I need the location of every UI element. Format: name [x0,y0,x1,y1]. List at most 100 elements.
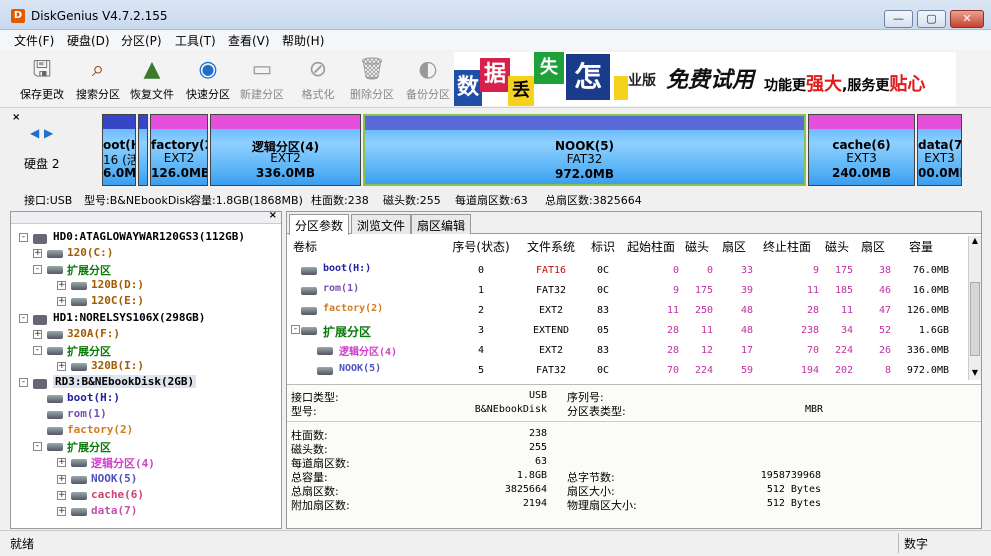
table-cell: 224 [694,365,713,376]
scrollbar[interactable]: ▲ ▼ [968,236,981,380]
scroll-thumb[interactable] [970,282,980,356]
tree-expander-icon[interactable]: - [291,325,300,334]
tree-expander-icon[interactable]: + [57,506,66,516]
tree-item[interactable]: HD1:NORELSYS106X(298GB) [53,311,205,324]
new-partition-button[interactable]: ▭ 新建分区 [234,54,290,106]
tree-item[interactable]: RD3:B&NEbookDisk(2GB) [53,374,197,388]
tree-item[interactable]: 320A(F:) [67,327,120,340]
quick-partition-icon: ◉ [198,57,218,82]
column-header[interactable]: 卷标 [293,238,443,258]
tab-partition-params[interactable]: 分区参数 [289,214,350,235]
tree-expander-icon[interactable]: - [33,442,42,452]
quick-partition-button[interactable]: ◉ 快速分区 [180,54,236,106]
backup-partition-button[interactable]: ◐ 备份分区 [400,54,456,106]
tree-item[interactable]: HD0:ATAGLOWAYWAR120GS3(112GB) [53,230,245,243]
format-button[interactable]: ⊘ 格式化 [290,54,346,106]
close-x-icon[interactable]: × [12,112,20,123]
table-row[interactable]: - 扩展分区 3 EXTEND 05 28 11 48 238 34 52 1.6GB [289,320,967,340]
scroll-down-icon[interactable]: ▼ [969,368,981,380]
menu-file[interactable]: 文件(F) [14,32,54,49]
tree-item[interactable]: 扩展分区 [67,262,111,278]
table-row[interactable]: 逻辑分区(4) 4 EXT2 83 28 12 17 70 224 26 336.0MB [289,340,967,360]
partition-rom[interactable] [138,114,148,186]
ad-banner[interactable]: 数 据 丢 失 怎 业版 免费试用 功能更强大,服务更贴心 [454,52,956,106]
tree-item[interactable]: boot(H:) [67,391,120,404]
tree-item[interactable]: 120(C:) [67,246,113,259]
partition-cache[interactable]: cache(6) EXT3 240.0MB [808,114,915,186]
save-button[interactable]: 🖫 保存更改 [14,54,70,106]
tab-browse-files[interactable]: 浏览文件 [351,214,412,234]
column-header[interactable]: 终止柱面 [755,238,819,258]
tree-expander-icon[interactable]: - [19,377,28,387]
tab-sector-edit[interactable]: 扇区编辑 [411,214,472,234]
partition-icon [47,266,63,275]
maximize-button[interactable]: ▢ [917,10,946,28]
tree-item[interactable]: factory(2) [67,423,133,436]
partition-factory[interactable]: factory(2)EXT2126.0MB [150,114,208,186]
table-row[interactable]: rom(1) 1 FAT32 0C 9 175 39 11 185 46 16.0MB [289,280,967,300]
next-disk-button[interactable]: ▶ [44,126,53,140]
tree-item[interactable]: rom(1) [67,407,107,420]
partition-icon [71,475,87,484]
tree-item[interactable]: 扩展分区 [67,343,111,359]
table-row[interactable]: factory(2) 2 EXT2 83 11 250 48 28 11 47 126.0MB [289,300,967,320]
tree-expander-icon[interactable]: + [57,458,66,468]
column-header[interactable]: 容量 [893,238,949,258]
table-row[interactable]: NOOK(5) 5 FAT32 0C 70 224 59 194 202 8 972.0MB [289,360,967,380]
table-cell: 1.6GB [918,325,949,336]
tree-expander-icon[interactable]: + [57,474,66,484]
column-header[interactable]: 序号(状态) [445,238,517,258]
tree-expander-icon[interactable]: - [19,313,28,323]
delete-partition-button[interactable]: 🗑 删除分区 [344,54,400,106]
partition-icon [301,267,317,275]
column-header[interactable]: 磁头 [681,238,713,258]
scroll-up-icon[interactable]: ▲ [969,236,981,248]
prev-disk-button[interactable]: ◀ [30,126,39,140]
partition-nook[interactable]: NOOK(5) FAT32 972.0MB [363,114,806,186]
recover-files-button[interactable]: ▲ 恢复文件 [124,54,180,106]
partition-icon [47,250,63,259]
column-header[interactable]: 文件系统 [519,238,583,258]
close-x-icon[interactable]: × [269,212,277,221]
tree-expander-icon[interactable]: + [57,361,66,371]
tree-item[interactable]: 120C(E:) [91,294,144,307]
menu-disk[interactable]: 硬盘(D) [67,32,110,49]
table-cell: EXTEND [532,325,570,336]
column-header[interactable]: 标识 [585,238,621,258]
table-row[interactable]: boot(H:) 0 FAT16 0C 0 0 33 9 175 38 76.0MB [289,260,967,280]
minimize-button[interactable]: — [884,10,913,28]
tree-expander-icon[interactable]: + [33,329,42,339]
tree-item[interactable]: data(7) [91,504,137,517]
close-button[interactable]: ✕ [950,10,984,28]
table-cell: 126.0MB [906,305,949,316]
tree-item[interactable]: 扩展分区 [67,439,111,455]
delete-icon: 🗑 [358,57,386,82]
tree-expander-icon[interactable]: - [33,265,42,275]
menu-help[interactable]: 帮助(H) [282,32,324,49]
tree-expander-icon[interactable]: + [33,249,42,259]
format-icon: ⊘ [308,57,328,82]
partition-logical-4[interactable]: 逻辑分区(4) EXT2 336.0MB [210,114,361,186]
menu-view[interactable]: 查看(V) [228,32,270,49]
tree-item[interactable]: cache(6) [91,488,144,501]
tree-expander-icon[interactable]: - [19,233,28,242]
column-header[interactable]: 扇区 [855,238,891,258]
tree-item[interactable]: 逻辑分区(4) [91,455,155,471]
tree-expander-icon[interactable]: - [33,345,42,355]
tree-item[interactable]: 120B(D:) [91,278,144,291]
tree-expander-icon[interactable]: + [57,281,66,291]
tree-expander-icon[interactable]: + [57,490,66,500]
column-header[interactable]: 起始柱面 [623,238,679,258]
disk-properties: 接口类型: USB 序列号: 型号: B&NEbookDisk 分区表类型: M… [287,384,981,528]
tree-item[interactable]: NOOK(5) [91,472,137,485]
tree-expander-icon[interactable]: + [57,297,66,307]
menu-tools[interactable]: 工具(T) [175,32,216,49]
partition-data[interactable]: data(7)EXT300.0MB [917,114,962,186]
column-header[interactable]: 扇区 [715,238,753,258]
partition-boot[interactable]: oot(H16 (活6.0M [102,114,136,186]
partition-icon [301,307,317,315]
search-partition-button[interactable]: ⌕ 搜索分区 [70,54,126,106]
menu-partition[interactable]: 分区(P) [121,32,162,49]
column-header[interactable]: 磁头 [821,238,853,258]
tree-item[interactable]: 320B(I:) [91,359,144,372]
